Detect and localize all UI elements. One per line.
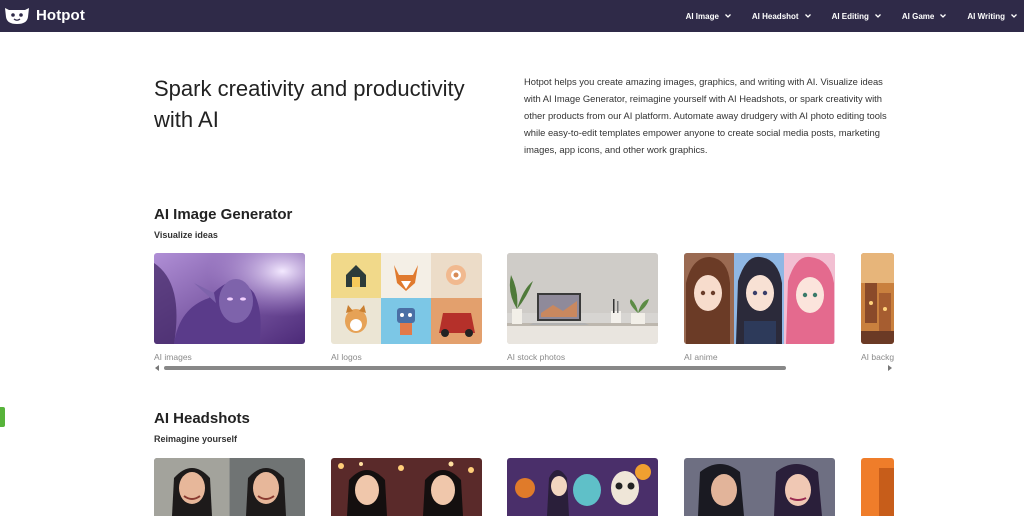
card-headshot-office[interactable] [154, 458, 305, 516]
chevron-down-icon [724, 14, 731, 18]
brand-name: Hotpot [36, 6, 85, 24]
ai-anime-thumbnail [684, 253, 835, 344]
section-title-ai-headshots: AI Headshots [154, 410, 250, 427]
card-headshot-fantasy[interactable] [684, 458, 835, 516]
headshot-halloween-thumbnail [507, 458, 658, 516]
card-label: AI stock photos [507, 352, 566, 362]
headshot-cropped-thumbnail [861, 458, 894, 516]
nav-item-label: AI Editing [831, 11, 869, 21]
side-feedback-tab[interactable] [0, 407, 5, 427]
hotpot-logo-icon [5, 8, 29, 24]
scrollbar-thumb[interactable] [164, 366, 786, 370]
chevron-down-icon [874, 14, 881, 18]
ai-logos-thumbnail [331, 253, 482, 344]
hero-description: Hotpot helps you create amazing images, … [524, 76, 887, 155]
card-ai-stock-photos[interactable] [507, 253, 658, 344]
nav-item-label: AI Image [685, 11, 719, 21]
section-subtitle-reimagine-yourself: Reimagine yourself [154, 434, 238, 444]
nav-item-ai-headshot[interactable]: AI Headshot [752, 12, 812, 21]
section-title-ai-image-generator: AI Image Generator [154, 206, 293, 223]
card-label: AI logos [331, 352, 362, 362]
card-label: AI anime [684, 352, 718, 362]
headshot-fantasy-thumbnail [684, 458, 835, 516]
headshot-office-thumbnail [154, 458, 305, 516]
card-ai-backgrounds[interactable] [861, 253, 894, 344]
headshot-night-thumbnail [331, 458, 482, 516]
scroll-right-arrow-icon[interactable] [888, 365, 892, 371]
card-ai-logos[interactable] [331, 253, 482, 344]
ai-images-thumbnail [154, 253, 305, 344]
main-nav: AI Image AI Headshot AI Editing AI Game … [666, 0, 1024, 32]
scroll-left-arrow-icon[interactable] [155, 365, 159, 371]
card-label: AI backg [861, 352, 894, 362]
card-label: AI images [154, 352, 192, 362]
chevron-down-icon [940, 14, 947, 18]
hero-title: Spark creativity and productivity with A… [154, 76, 465, 132]
card-headshot-cropped[interactable] [861, 458, 894, 516]
card-ai-anime[interactable] [684, 253, 835, 344]
card-headshot-halloween[interactable] [507, 458, 658, 516]
card-headshot-night[interactable] [331, 458, 482, 516]
card-ai-images[interactable] [154, 253, 305, 344]
nav-item-label: AI Headshot [751, 11, 799, 21]
ai-backgrounds-thumbnail [861, 253, 894, 344]
nav-item-ai-game[interactable]: AI Game [902, 12, 947, 21]
section-subtitle-visualize-ideas: Visualize ideas [154, 230, 218, 240]
chevron-down-icon [804, 14, 811, 18]
brand-logo[interactable]: Hotpot [4, 5, 85, 25]
nav-item-ai-writing[interactable]: AI Writing [967, 12, 1018, 21]
nav-item-ai-editing[interactable]: AI Editing [832, 12, 882, 21]
top-nav-bar: Hotpot AI Image AI Headshot AI Editing A… [0, 0, 1024, 32]
ai-stock-photos-thumbnail [507, 253, 658, 344]
nav-item-label: AI Writing [967, 11, 1005, 21]
nav-item-label: AI Game [901, 11, 935, 21]
nav-item-ai-image[interactable]: AI Image [686, 12, 732, 21]
chevron-down-icon [1011, 14, 1017, 18]
